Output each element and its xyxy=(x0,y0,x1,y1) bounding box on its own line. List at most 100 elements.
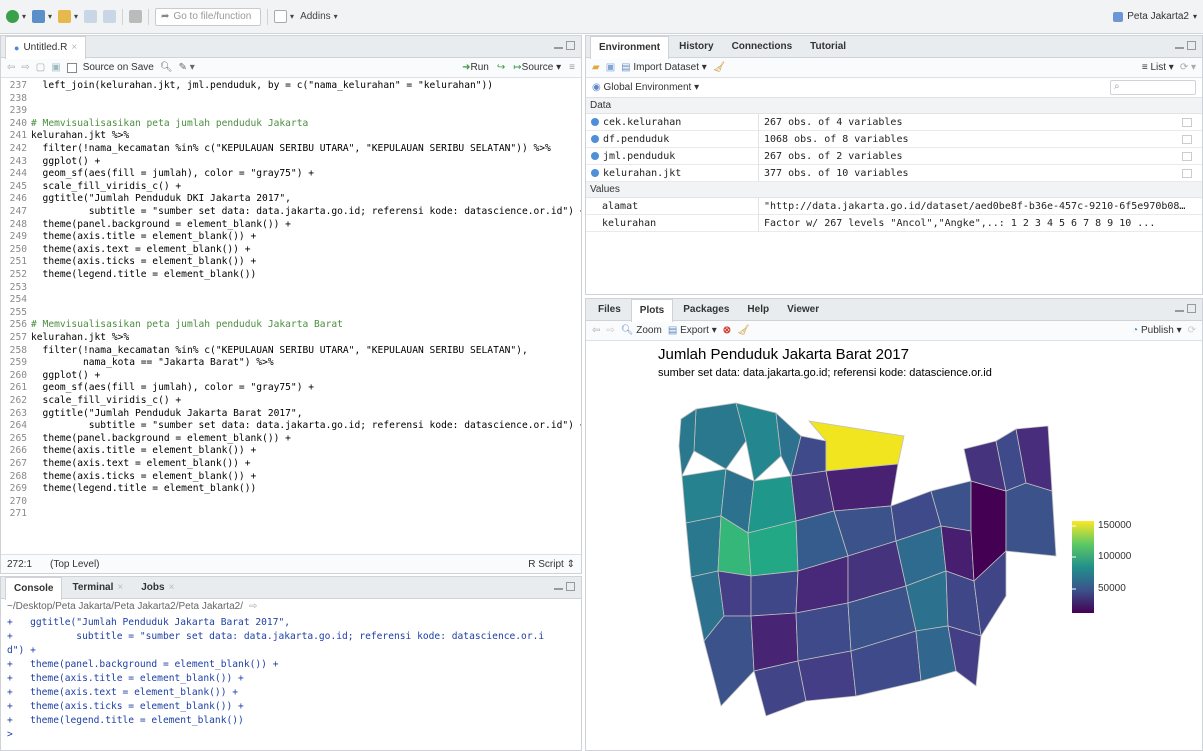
source-on-save-checkbox[interactable] xyxy=(66,62,77,73)
window-controls[interactable] xyxy=(1175,304,1196,313)
env-row[interactable]: kelurahan.jkt 377 obs. of 10 variables xyxy=(586,164,1202,182)
console-line: + subtitle = "sumber set data: data.jaka… xyxy=(7,631,545,642)
broom-icon[interactable]: 🧹︎ xyxy=(713,62,726,73)
save-button[interactable] xyxy=(84,8,98,26)
expand-icon[interactable] xyxy=(591,135,599,143)
env-search-input[interactable]: ⌕ xyxy=(1110,80,1196,95)
editor-toolbar: ⇦ ⇨ ▢ ▣ Source on Save 🔍︎ ✎ ▾ ➜Run ↪ ↦So… xyxy=(1,58,581,78)
env-row[interactable]: df.penduduk 1068 obs. of 8 variables xyxy=(586,130,1202,148)
project-name: Peta Jakarta2 xyxy=(1127,11,1189,22)
save-icon[interactable]: ▣ xyxy=(51,62,60,73)
run-arrow-icon: ➜ xyxy=(462,62,471,73)
tab-console[interactable]: Console xyxy=(5,576,63,600)
search-icon[interactable]: 🔍︎ xyxy=(160,62,173,73)
save-workspace-icon[interactable]: ▣ xyxy=(606,62,615,73)
addins-menu[interactable]: Addins ▾ xyxy=(300,8,338,26)
code-line: ggtitle("Jumlah Penduduk Jakarta Barat 2… xyxy=(31,407,303,419)
refresh-icon[interactable]: ⟳ xyxy=(1188,325,1196,336)
load-workspace-icon[interactable]: ▰ xyxy=(592,62,600,73)
remove-plot-icon[interactable]: ⊗ xyxy=(723,325,731,336)
tab-label: Terminal xyxy=(72,582,114,593)
project-menu[interactable]: Peta Jakarta2 ▾ xyxy=(1113,11,1197,22)
wand-icon[interactable]: ✎ ▾ xyxy=(179,62,195,73)
env-name: cek.kelurahan xyxy=(603,116,682,128)
close-icon[interactable]: × xyxy=(117,582,123,593)
filetype-selector[interactable]: R Script ⇕ xyxy=(528,559,575,570)
code-editor[interactable]: 237 left_join(kelurahan.jkt, jml.pendudu… xyxy=(1,78,581,549)
rerun-button[interactable]: ↪ xyxy=(497,62,505,73)
export-button[interactable]: ▤ Export ▾ xyxy=(668,325,717,336)
back-icon[interactable]: ⇦ xyxy=(592,325,600,336)
line-number: 262 xyxy=(9,395,27,406)
line-number: 238 xyxy=(9,92,27,104)
console-output[interactable]: + ggtitle("Jumlah Penduduk Jakarta Barat… xyxy=(1,615,581,745)
go-to-dir-icon[interactable]: ⇨ xyxy=(249,601,257,613)
list-view-selector[interactable]: ≡ List ▾ xyxy=(1142,62,1174,73)
pane-layout-button[interactable]: ▾ xyxy=(274,8,294,26)
print-button[interactable] xyxy=(129,8,143,26)
back-icon[interactable]: ⇦ xyxy=(7,62,15,73)
run-button[interactable]: ➜Run xyxy=(462,62,489,73)
source-button[interactable]: ↦Source ▾ xyxy=(513,62,561,73)
tab-history[interactable]: History xyxy=(671,36,721,58)
view-table-icon[interactable] xyxy=(1182,168,1192,178)
import-dataset-button[interactable]: ▤ Import Dataset ▾ xyxy=(621,62,707,73)
publish-button[interactable]: ◔ Publish ▾ xyxy=(1132,325,1181,336)
line-number: 258 xyxy=(9,344,27,356)
save-all-button[interactable] xyxy=(103,8,117,26)
tab-terminal[interactable]: Terminal × xyxy=(64,577,131,599)
forward-icon[interactable]: ⇨ xyxy=(606,325,614,336)
line-number: 242 xyxy=(9,143,27,154)
env-row[interactable]: kelurahan Factor w/ 267 levels "Ancol","A… xyxy=(586,214,1202,232)
export-icon: ▤ xyxy=(667,325,678,336)
scope-selector[interactable]: (Top Level) xyxy=(50,559,99,570)
tab-packages[interactable]: Packages xyxy=(675,299,737,321)
view-table-icon[interactable] xyxy=(1182,117,1192,127)
forward-icon[interactable]: ⇨ xyxy=(21,62,29,73)
refresh-icon[interactable]: ⟳ ▾ xyxy=(1180,62,1196,73)
line-number: 264 xyxy=(9,420,27,432)
tab-tutorial[interactable]: Tutorial xyxy=(802,36,854,58)
goto-file-input[interactable]: ➦ Go to file/function xyxy=(155,7,262,26)
view-table-icon[interactable] xyxy=(1182,134,1192,144)
expand-icon[interactable] xyxy=(591,169,599,177)
broom-icon[interactable]: 🧹︎ xyxy=(737,325,750,336)
zoom-button[interactable]: 🔍︎ Zoom xyxy=(621,325,662,336)
view-table-icon[interactable] xyxy=(1182,151,1192,161)
window-controls[interactable] xyxy=(1175,41,1196,50)
env-row[interactable]: cek.kelurahan 267 obs. of 4 variables xyxy=(586,113,1202,131)
outline-icon[interactable]: ≡ xyxy=(569,62,575,73)
console-line: > xyxy=(7,729,13,740)
line-number: 240 xyxy=(9,117,27,129)
open-file-button[interactable]: ▾ xyxy=(58,8,78,26)
line-number: 250 xyxy=(9,243,27,255)
window-controls[interactable] xyxy=(554,582,575,591)
close-icon[interactable]: × xyxy=(169,582,175,593)
show-in-window-icon[interactable]: ▢ xyxy=(36,62,45,73)
new-file-button[interactable]: ▾ xyxy=(6,8,26,26)
tab-files[interactable]: Files xyxy=(590,299,629,321)
scope-selector[interactable]: ◉ Global Environment ▾ xyxy=(592,82,699,93)
tab-untitled[interactable]: ● Untitled.R × xyxy=(5,35,87,59)
close-icon[interactable]: × xyxy=(71,42,77,53)
line-number: 253 xyxy=(9,281,27,293)
map-region xyxy=(681,468,727,524)
new-project-button[interactable]: ▾ xyxy=(32,8,52,26)
expand-icon[interactable] xyxy=(591,152,599,160)
import-label: Import Dataset xyxy=(633,62,699,73)
expand-icon[interactable] xyxy=(591,118,599,126)
tab-viewer[interactable]: Viewer xyxy=(779,299,827,321)
tab-help[interactable]: Help xyxy=(739,299,777,321)
window-controls[interactable] xyxy=(554,41,575,50)
tab-connections[interactable]: Connections xyxy=(724,36,801,58)
env-row[interactable]: jml.penduduk 267 obs. of 2 variables xyxy=(586,147,1202,165)
env-row[interactable]: alamat "http://data.jakarta.go.id/dataset… xyxy=(586,197,1202,215)
goto-placeholder: Go to file/function xyxy=(173,11,252,22)
tab-jobs[interactable]: Jobs × xyxy=(133,577,182,599)
line-number: 268 xyxy=(9,470,27,482)
console-line: + ggtitle("Jumlah Penduduk Jakarta Barat… xyxy=(7,617,291,628)
tab-plots[interactable]: Plots xyxy=(630,298,674,322)
tab-environment[interactable]: Environment xyxy=(590,35,670,59)
line-number: 261 xyxy=(9,382,27,394)
env-name-cell: kelurahan.jkt xyxy=(586,168,758,179)
